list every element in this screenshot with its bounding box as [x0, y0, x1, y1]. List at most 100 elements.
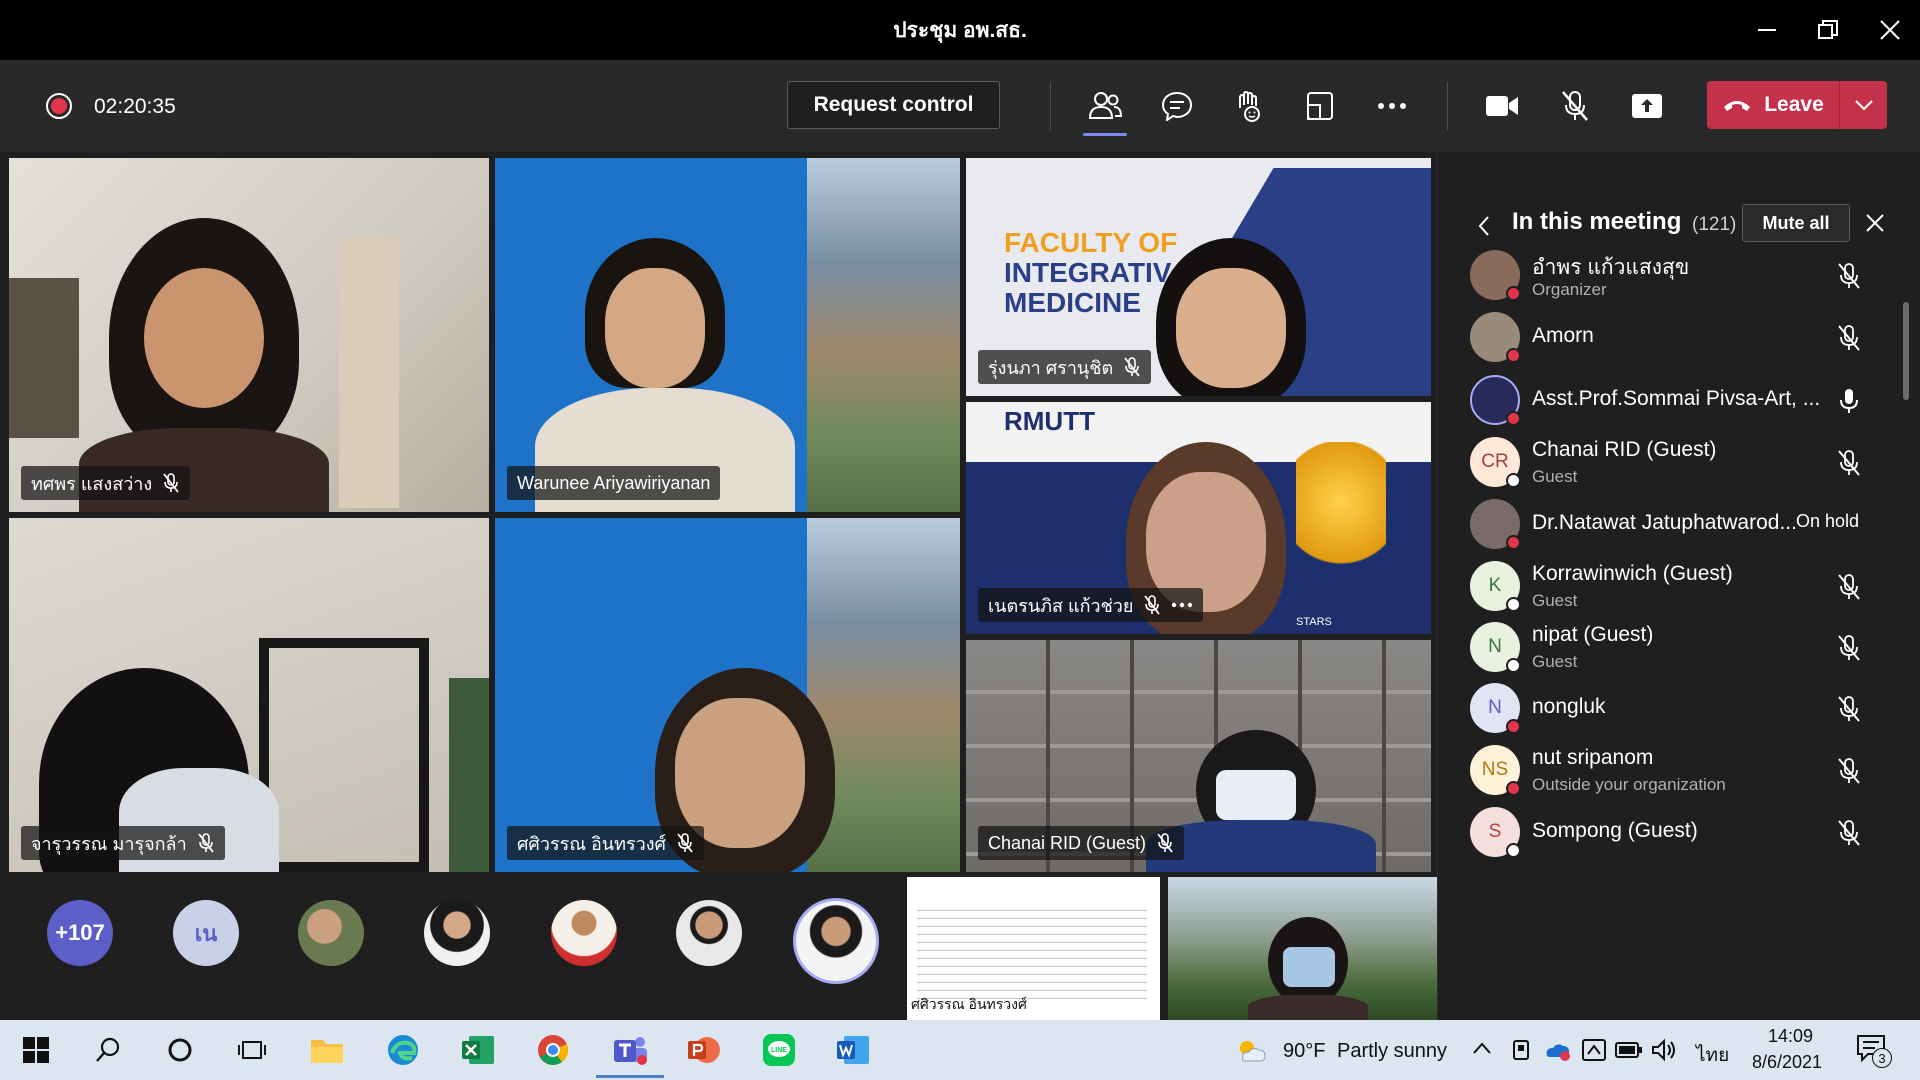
network-icon[interactable]	[1581, 1038, 1607, 1062]
participant-name: Asst.Prof.Sommai Pivsa-Art, ...	[1532, 387, 1821, 410]
mic-off-icon[interactable]	[1835, 573, 1863, 601]
participants-button[interactable]	[1083, 84, 1127, 136]
participant-row[interactable]: Nnipat (Guest) Guest	[1438, 612, 1908, 682]
participant-avatar[interactable]	[424, 900, 490, 966]
back-chevron-icon[interactable]	[1478, 216, 1490, 236]
participant-row[interactable]: K Korrawinwich (Guest) Guest	[1438, 551, 1908, 621]
start-button[interactable]	[16, 1030, 56, 1070]
file-explorer-app[interactable]	[307, 1030, 347, 1070]
mic-off-icon[interactable]	[1835, 324, 1863, 352]
chrome-app[interactable]	[533, 1030, 573, 1070]
mute-button[interactable]	[1553, 84, 1597, 128]
active-speaker-avatar[interactable]	[793, 898, 879, 984]
participant-name-tag: เนตรนภิส แก้วช่วย	[978, 588, 1204, 622]
edge-app[interactable]	[383, 1030, 423, 1070]
clock-time[interactable]: 14:09	[1768, 1026, 1813, 1047]
hang-up-icon	[1724, 101, 1751, 111]
mic-off-icon[interactable]	[1835, 634, 1863, 662]
toolbar-divider	[1050, 82, 1051, 130]
mic-off-icon[interactable]	[1835, 262, 1863, 290]
word-app[interactable]	[833, 1030, 873, 1070]
request-control-button[interactable]: Request control	[787, 81, 1000, 129]
video-thumbnail[interactable]	[1168, 877, 1438, 1020]
powerpoint-app[interactable]	[684, 1030, 724, 1070]
slide-text: RMUTT	[1004, 406, 1095, 436]
participant-row[interactable]: Dr.Natawat Jatuphatwarod... On hold	[1438, 489, 1908, 559]
chat-button[interactable]	[1155, 84, 1199, 128]
usb-device-icon[interactable]	[1511, 1037, 1531, 1063]
presence-status-dot	[1506, 348, 1521, 363]
video-tile[interactable]: Chanai RID (Guest)	[966, 640, 1431, 872]
notifications-button[interactable]: 3	[1856, 1034, 1892, 1068]
share-button[interactable]	[1625, 84, 1669, 128]
presence-status-dot	[1506, 843, 1521, 858]
cortana-button[interactable]	[160, 1030, 200, 1070]
search-button[interactable]	[88, 1030, 128, 1070]
mic-off-icon	[677, 833, 693, 853]
participant-avatar[interactable]: เน	[173, 900, 239, 966]
reactions-button[interactable]	[1226, 84, 1270, 128]
weather-temp[interactable]: 90°F	[1283, 1040, 1325, 1063]
word-icon	[837, 1036, 869, 1064]
video-tile[interactable]: FACULTY OF INTEGRATIV MEDICINE รุ่งนภา ศ…	[966, 158, 1431, 396]
mic-off-icon[interactable]	[1835, 695, 1863, 723]
participant-row[interactable]: CR Chanai RID (Guest) Guest	[1438, 427, 1908, 497]
participant-name-tag: รุ่งนภา ศรานุชิต	[978, 350, 1152, 384]
video-tile[interactable]: จารุวรรณ มารุจกล้า	[9, 518, 489, 872]
more-icon[interactable]	[1171, 602, 1193, 608]
close-panel-icon[interactable]	[1866, 214, 1884, 232]
clock-date[interactable]: 8/6/2021	[1752, 1052, 1822, 1073]
participant-role: Outside your organization	[1532, 775, 1726, 794]
mic-off-icon[interactable]	[1835, 449, 1863, 477]
participant-name: Sompong (Guest)	[1532, 819, 1698, 842]
participant-avatar[interactable]	[676, 900, 742, 966]
people-icon	[1088, 92, 1122, 119]
mic-off-icon[interactable]	[1835, 819, 1863, 847]
battery-icon[interactable]	[1615, 1040, 1643, 1060]
task-view-button[interactable]	[232, 1030, 272, 1070]
onedrive-icon[interactable]	[1543, 1038, 1571, 1062]
folder-icon	[311, 1040, 343, 1063]
leave-options-button[interactable]	[1840, 81, 1887, 129]
participant-avatar[interactable]	[298, 900, 364, 966]
mic-off-icon[interactable]	[1835, 757, 1863, 785]
participant-row[interactable]: อำพร แก้วแสงสุข Organizer	[1438, 240, 1908, 310]
mic-off-icon	[197, 833, 214, 853]
panel-header: In this meeting (121) Mute all	[1438, 198, 1920, 246]
teams-app[interactable]	[596, 1030, 664, 1078]
restore-button[interactable]	[1793, 0, 1863, 60]
participant-row[interactable]: NS nut sripanom Outside your organization	[1438, 735, 1908, 805]
partly-sunny-icon[interactable]	[1235, 1036, 1267, 1064]
video-tile[interactable]: ศศิวรรณ อินทรวงศ์	[495, 518, 960, 872]
leave-button-group: Leave	[1707, 81, 1887, 129]
mic-on-icon[interactable]	[1835, 387, 1863, 415]
video-tile[interactable]: Warunee Ariyawiriyanan	[495, 158, 960, 512]
panel-scrollbar[interactable]	[1903, 302, 1909, 400]
excel-app[interactable]	[458, 1030, 498, 1070]
participant-name: Amorn	[1532, 324, 1594, 347]
participant-row[interactable]: S Sompong (Guest)	[1438, 797, 1908, 867]
weather-condition[interactable]: Partly sunny	[1337, 1040, 1447, 1063]
participant-row[interactable]: Amorn	[1438, 302, 1908, 372]
more-actions-button[interactable]	[1370, 84, 1414, 128]
raise-hand-icon	[1239, 90, 1260, 122]
more-participants-button[interactable]: +107	[47, 900, 113, 966]
chevron-up-icon[interactable]	[1473, 1042, 1491, 1054]
minimize-button[interactable]	[1732, 0, 1802, 60]
participant-name: Chanai RID (Guest)	[988, 832, 1147, 853]
rooms-button[interactable]	[1298, 84, 1342, 128]
mute-all-button[interactable]: Mute all	[1742, 204, 1850, 242]
volume-icon[interactable]	[1651, 1038, 1677, 1062]
shared-content-thumbnail[interactable]: ศศิวรรณ อินทรวงศ์	[907, 877, 1160, 1020]
line-app[interactable]: LINE	[759, 1030, 799, 1070]
participant-row[interactable]: Asst.Prof.Sommai Pivsa-Art, ...	[1438, 365, 1908, 435]
participant-row[interactable]: Nnongluk	[1438, 673, 1908, 743]
camera-button[interactable]	[1480, 84, 1524, 128]
video-tile[interactable]: ทศพร แสงสว่าง	[9, 158, 489, 512]
input-language[interactable]: ไทย	[1696, 1040, 1729, 1070]
video-tile[interactable]: RMUTT STARS เนตรนภิส แก้วช่วย	[966, 402, 1431, 634]
leave-button[interactable]: Leave	[1707, 81, 1839, 129]
close-window-button[interactable]	[1855, 0, 1920, 60]
participant-avatar[interactable]	[551, 900, 617, 966]
toolbar-divider	[1447, 82, 1448, 130]
